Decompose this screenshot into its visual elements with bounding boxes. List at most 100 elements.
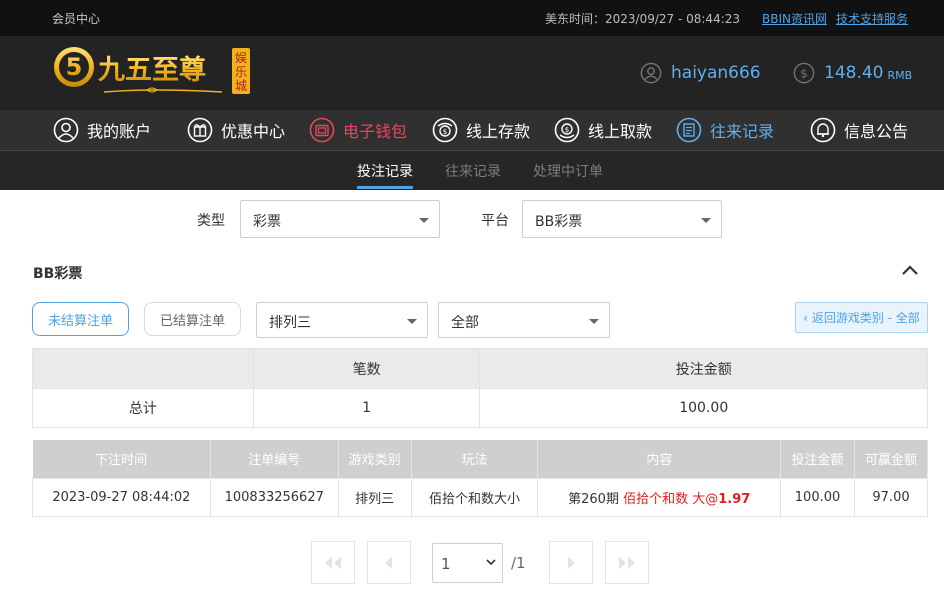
game-select-value: 排列三 (269, 315, 311, 331)
nav-item-transaction-records[interactable]: 往来记录 (676, 116, 774, 144)
nav-item-label: 我的账户 (87, 122, 152, 141)
summary-header-cell: 笔数 (252, 348, 481, 389)
nav-item-label: 线上取款 (588, 122, 653, 141)
detail-header-cell: 注单编号 (210, 440, 339, 478)
svg-text:$: $ (565, 126, 569, 134)
chevron-right-icon (568, 556, 575, 569)
logo: 5 九五至尊 娱 乐 城 (52, 44, 252, 102)
chevron-up-icon[interactable] (901, 263, 919, 277)
back-to-game-category-button[interactable]: ‹ 返回游戏类别 - 全部 (795, 302, 928, 333)
content-cell: 第260期 佰拾个和数 大@1.97 (537, 477, 782, 517)
summary-row: 总计 1 100.00 (32, 388, 928, 428)
nav-item-announcements[interactable]: 信息公告 (810, 116, 908, 144)
detail-header-cell: 内容 (537, 440, 782, 478)
next-page-button[interactable] (549, 541, 593, 584)
platform-label: 平台 (481, 213, 509, 229)
withdraw-icon: $ (554, 117, 580, 143)
settled-bets-button[interactable]: 已结算注单 (144, 302, 241, 336)
double-chevron-left-icon (325, 556, 341, 569)
type-label: 类型 (197, 213, 225, 229)
double-chevron-right-icon (619, 556, 635, 569)
svg-text:乐: 乐 (235, 65, 247, 79)
detail-header-cell: 可赢金额 (854, 440, 928, 478)
svg-text:九五至尊: 九五至尊 (98, 55, 206, 86)
unsettled-bets-button[interactable]: 未结算注单 (32, 302, 129, 336)
nav-item-my-account[interactable]: 我的账户 (53, 116, 151, 144)
game-select[interactable]: 排列三 (256, 302, 428, 338)
scope-select[interactable]: 全部 (438, 302, 610, 338)
content-odds: 1.97 (718, 491, 751, 507)
records-icon (676, 117, 702, 143)
platform-select[interactable]: BB彩票 (522, 200, 722, 238)
game-type-cell: 排列三 (337, 477, 412, 517)
tab-pending-orders[interactable]: 处理中订单 (533, 161, 603, 181)
caret-down-icon (419, 218, 429, 223)
win-amount-cell: 97.00 (854, 477, 928, 517)
dollar-icon: $ (793, 62, 815, 84)
balance-display: $ 148.40 RMB (793, 62, 912, 84)
summary-cell: 100.00 (479, 388, 928, 428)
tab-transaction-records[interactable]: 往来记录 (445, 161, 501, 181)
content-bet: 佰拾个和数 大 (623, 491, 706, 507)
username-display: haiyan666 (640, 62, 761, 84)
svg-text:5: 5 (66, 53, 83, 81)
prev-page-button[interactable] (367, 541, 411, 584)
username: haiyan666 (671, 63, 761, 83)
last-page-button[interactable] (605, 541, 649, 584)
currency-label: RMB (887, 68, 913, 82)
nav-item-label: 往来记录 (710, 122, 775, 141)
table-row: 2023-09-27 08:44:02 100833256627 排列三 佰拾个… (32, 477, 928, 517)
type-select[interactable]: 彩票 (240, 200, 440, 238)
chevron-left-icon (385, 556, 392, 569)
nav-item-label: 优惠中心 (221, 122, 286, 141)
nav-item-e-wallet[interactable]: 电子钱包 (309, 116, 407, 144)
bet-time-cell: 2023-09-27 08:44:02 (32, 477, 211, 517)
main-nav: 我的账户 优惠中心 电子钱包 $ 线上存款 $ 线上取款 往来记录 信息公告 (0, 110, 944, 151)
active-tab-indicator (357, 186, 413, 189)
detail-header-cell: 投注金额 (780, 440, 855, 478)
bet-amount-cell: 100.00 (780, 477, 855, 517)
user-icon (53, 117, 79, 143)
deposit-icon: $ (432, 117, 458, 143)
page-select-value: 1 (441, 555, 451, 573)
nav-item-online-withdraw[interactable]: $ 线上取款 (554, 116, 652, 144)
section-title: BB彩票 (33, 266, 83, 282)
first-page-button[interactable] (311, 541, 355, 584)
svg-text:娱: 娱 (235, 51, 247, 65)
top-bar: 会员中心 美东时间：2023/09/27 - 08:44:23 BBIN资讯网 … (0, 0, 944, 36)
platform-select-value: BB彩票 (535, 214, 583, 230)
scope-select-value: 全部 (451, 315, 479, 331)
type-select-value: 彩票 (253, 214, 281, 230)
wallet-icon (309, 117, 335, 143)
svg-text:$: $ (800, 67, 808, 81)
us-east-time: 美东时间：2023/09/27 - 08:44:23 (545, 12, 741, 26)
caret-down-icon (589, 319, 599, 324)
caret-down-icon (701, 218, 711, 223)
member-center-label: 会员中心 (52, 12, 101, 26)
tab-bet-records[interactable]: 投注记录 (357, 161, 413, 181)
summary-cell: 1 (252, 388, 481, 428)
sub-nav: 投注记录 往来记录 处理中订单 (0, 151, 944, 190)
chevron-down-icon (486, 559, 496, 566)
svg-text:城: 城 (235, 79, 247, 93)
bbin-news-link[interactable]: BBIN资讯网 (762, 10, 827, 27)
svg-text:$: $ (443, 128, 447, 136)
nav-item-online-deposit[interactable]: $ 线上存款 (432, 116, 530, 144)
summary-header-row: 笔数 投注金额 (32, 348, 928, 389)
nav-item-label: 信息公告 (844, 122, 909, 141)
page-select[interactable]: 1 (432, 543, 503, 583)
balance-amount: 148.40 (824, 63, 884, 83)
header: 5 九五至尊 娱 乐 城 haiyan666 $ 148.40 RMB (0, 36, 944, 110)
summary-cell: 总计 (32, 388, 254, 428)
detail-header-row: 下注时间 注单编号 游戏类别 玩法 内容 投注金额 可赢金额 (32, 440, 928, 478)
user-icon (640, 62, 662, 84)
summary-table: 笔数 投注金额 总计 1 100.00 (32, 348, 928, 428)
play-type-cell: 佰拾个和数大小 (410, 477, 539, 517)
detail-header-cell: 玩法 (411, 440, 539, 478)
bell-icon (810, 117, 836, 143)
order-number-cell: 100833256627 (209, 477, 339, 517)
nav-item-label: 电子钱包 (343, 122, 408, 141)
caret-down-icon (407, 319, 417, 324)
nav-item-promotions[interactable]: 优惠中心 (187, 116, 285, 144)
tech-support-link[interactable]: 技术支持服务 (836, 10, 908, 27)
